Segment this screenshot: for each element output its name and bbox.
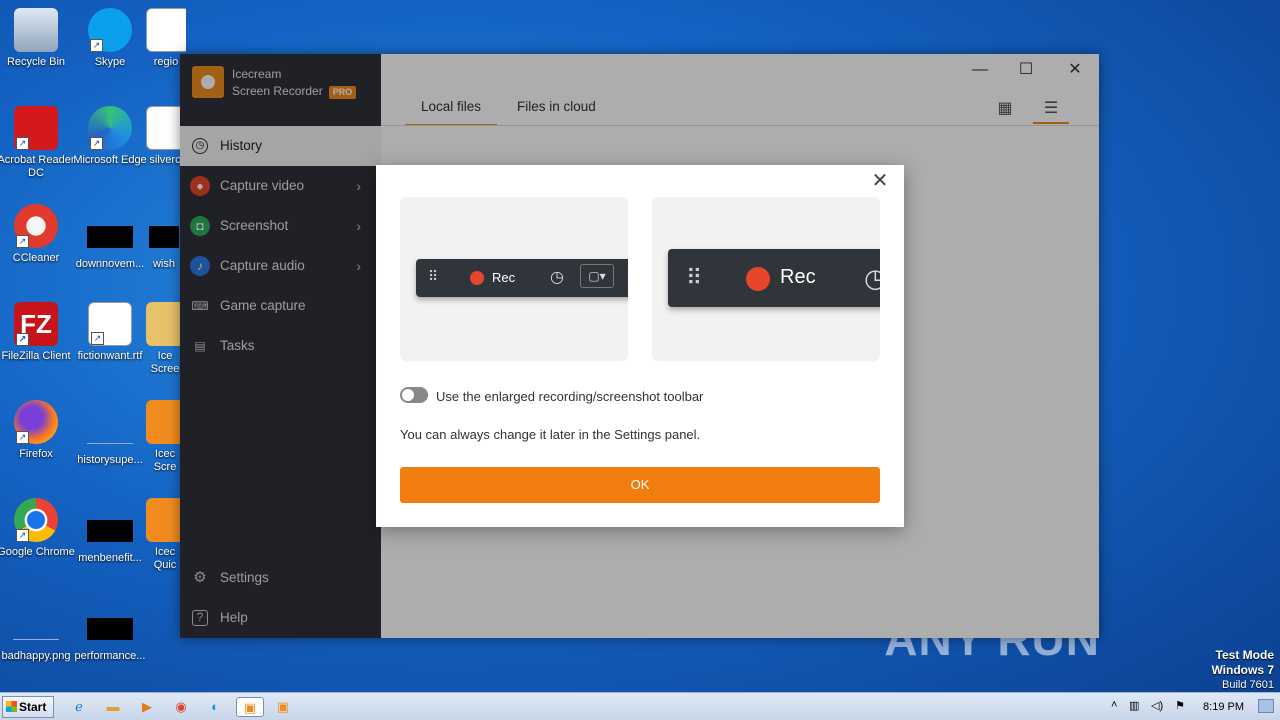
large-toolbar-preview[interactable]: ⠿ Rec ◷ [652,197,880,361]
dialog-close-icon[interactable]: ✕ [870,171,890,191]
file-thumbnail-icon [13,618,59,640]
system-tray: ˄ ▥ ◁) ⚑ 8:19 PM [1105,693,1280,720]
drag-handle-icon: ⠿ [428,268,439,284]
edge-taskbar-icon[interactable]: ◐ [204,697,226,717]
internet-explorer-icon[interactable]: ℯ [68,697,90,717]
desktop-icon-skype[interactable]: ↗ Skype [70,8,150,69]
chrome-taskbar-icon[interactable]: ◉ [170,697,192,717]
record-dot-icon [470,271,484,285]
folder-icon [146,302,184,346]
action-center-icon[interactable]: ⚑ [1175,699,1185,712]
small-toolbar-preview[interactable]: ⠿ Rec ◷ ▢▾ [400,197,628,361]
desktop-icon-icecream-quick[interactable]: Icec Quic [146,498,184,572]
rec-label: Rec [492,270,516,285]
file-thumbnail-icon [87,422,133,444]
desktop-icon-recycle-bin[interactable]: Recycle Bin [0,8,76,69]
file-thumbnail-icon [87,520,133,542]
desktop-icon-ccleaner[interactable]: ↗ CCleaner [0,204,76,265]
file-thumbnail-icon [149,226,179,248]
enlarged-toolbar-toggle[interactable] [400,387,428,403]
taskbar: Start ℯ ▬ ▶ ◉ ◐ ▣ ▣ ˄ ▥ ◁) ⚑ 8:19 PM [0,692,1280,720]
show-hidden-icons-icon[interactable]: ˄ [1111,699,1117,711]
desktop-icon-silverc[interactable]: silverc [146,106,184,167]
chrome-icon: ↗ [14,498,58,542]
timer-icon: ◷ [864,263,880,293]
recycle-bin-icon [14,8,58,52]
show-desktop-icon[interactable] [1258,699,1274,713]
word-document-icon [146,106,184,150]
desktop-icon-firefox[interactable]: ↗ Firefox [0,400,76,461]
file-thumbnail-icon [87,226,133,248]
capture-area-icon: ▢▾ [580,264,614,288]
desktop-icon-icecream-screen[interactable]: Ice Scree [146,302,184,376]
ok-button[interactable]: OK [400,467,880,503]
record-dot-icon [746,267,770,291]
desktop-icon-filezilla[interactable]: FZ ↗ FileZilla Client [0,302,76,363]
word-document-icon [146,8,186,52]
volume-icon[interactable]: ◁) [1151,699,1163,712]
toolbar-size-dialog: ✕ ⠿ Rec ◷ ▢▾ ⠿ Rec ◷ Use the enlarged re… [376,165,904,527]
desktop-icon-downnovem[interactable]: downnovem... [70,214,150,271]
desktop-icon-fictionwant[interactable]: ↗ fictionwant.rtf [70,302,150,363]
timer-icon: ◷ [550,269,564,286]
taskbar-clock[interactable]: 8:19 PM [1203,701,1244,713]
media-player-icon[interactable]: ▶ [136,697,158,717]
filezilla-icon: FZ ↗ [14,302,58,346]
network-icon[interactable]: ▥ [1129,699,1139,712]
edge-icon: ↗ [88,106,132,150]
large-toolbar-sample: ⠿ Rec ◷ [668,249,880,307]
word-document-icon: ↗ [88,302,132,346]
rec-label: Rec [780,266,816,288]
desktop-icon-edge[interactable]: ↗ Microsoft Edge [70,106,150,167]
file-thumbnail-icon [87,618,133,640]
ccleaner-icon: ↗ [14,204,58,248]
firefox-icon: ↗ [14,400,58,444]
desktop-icon-icecream-screen-2[interactable]: Icec Scre [146,400,184,474]
drag-handle-icon: ⠿ [686,265,703,290]
desktop-icon-acrobat[interactable]: ↗ Acrobat Reader DC [0,106,76,180]
desktop-icon-historysupe[interactable]: historysupe... [70,410,150,467]
desktop-icon-wish[interactable]: wish [146,214,182,271]
test-mode-label: Test Mode Windows 7 Build 7601 [1211,648,1274,691]
icecream-quick-taskbar-icon[interactable]: ▣ [272,697,294,717]
skype-icon: ↗ [88,8,132,52]
acrobat-icon: ↗ [14,106,58,150]
desktop-icon-chrome[interactable]: ↗ Google Chrome [0,498,76,559]
desktop-icon-menbenefit[interactable]: menbenefit... [70,508,150,565]
explorer-folder-icon[interactable]: ▬ [102,697,124,717]
enlarged-toolbar-label: Use the enlarged recording/screenshot to… [436,389,704,404]
small-toolbar-sample: ⠿ Rec ◷ ▢▾ [416,259,628,297]
start-button[interactable]: Start [2,696,54,718]
desktop-icon-performance[interactable]: performance... [70,606,150,663]
icecream-app-icon [146,498,184,542]
desktop-icon-badhappy[interactable]: badhappy.png [0,606,76,663]
settings-hint-text: You can always change it later in the Se… [400,427,701,442]
icecream-app-icon [146,400,184,444]
icecream-taskbar-icon[interactable]: ▣ [236,697,264,717]
